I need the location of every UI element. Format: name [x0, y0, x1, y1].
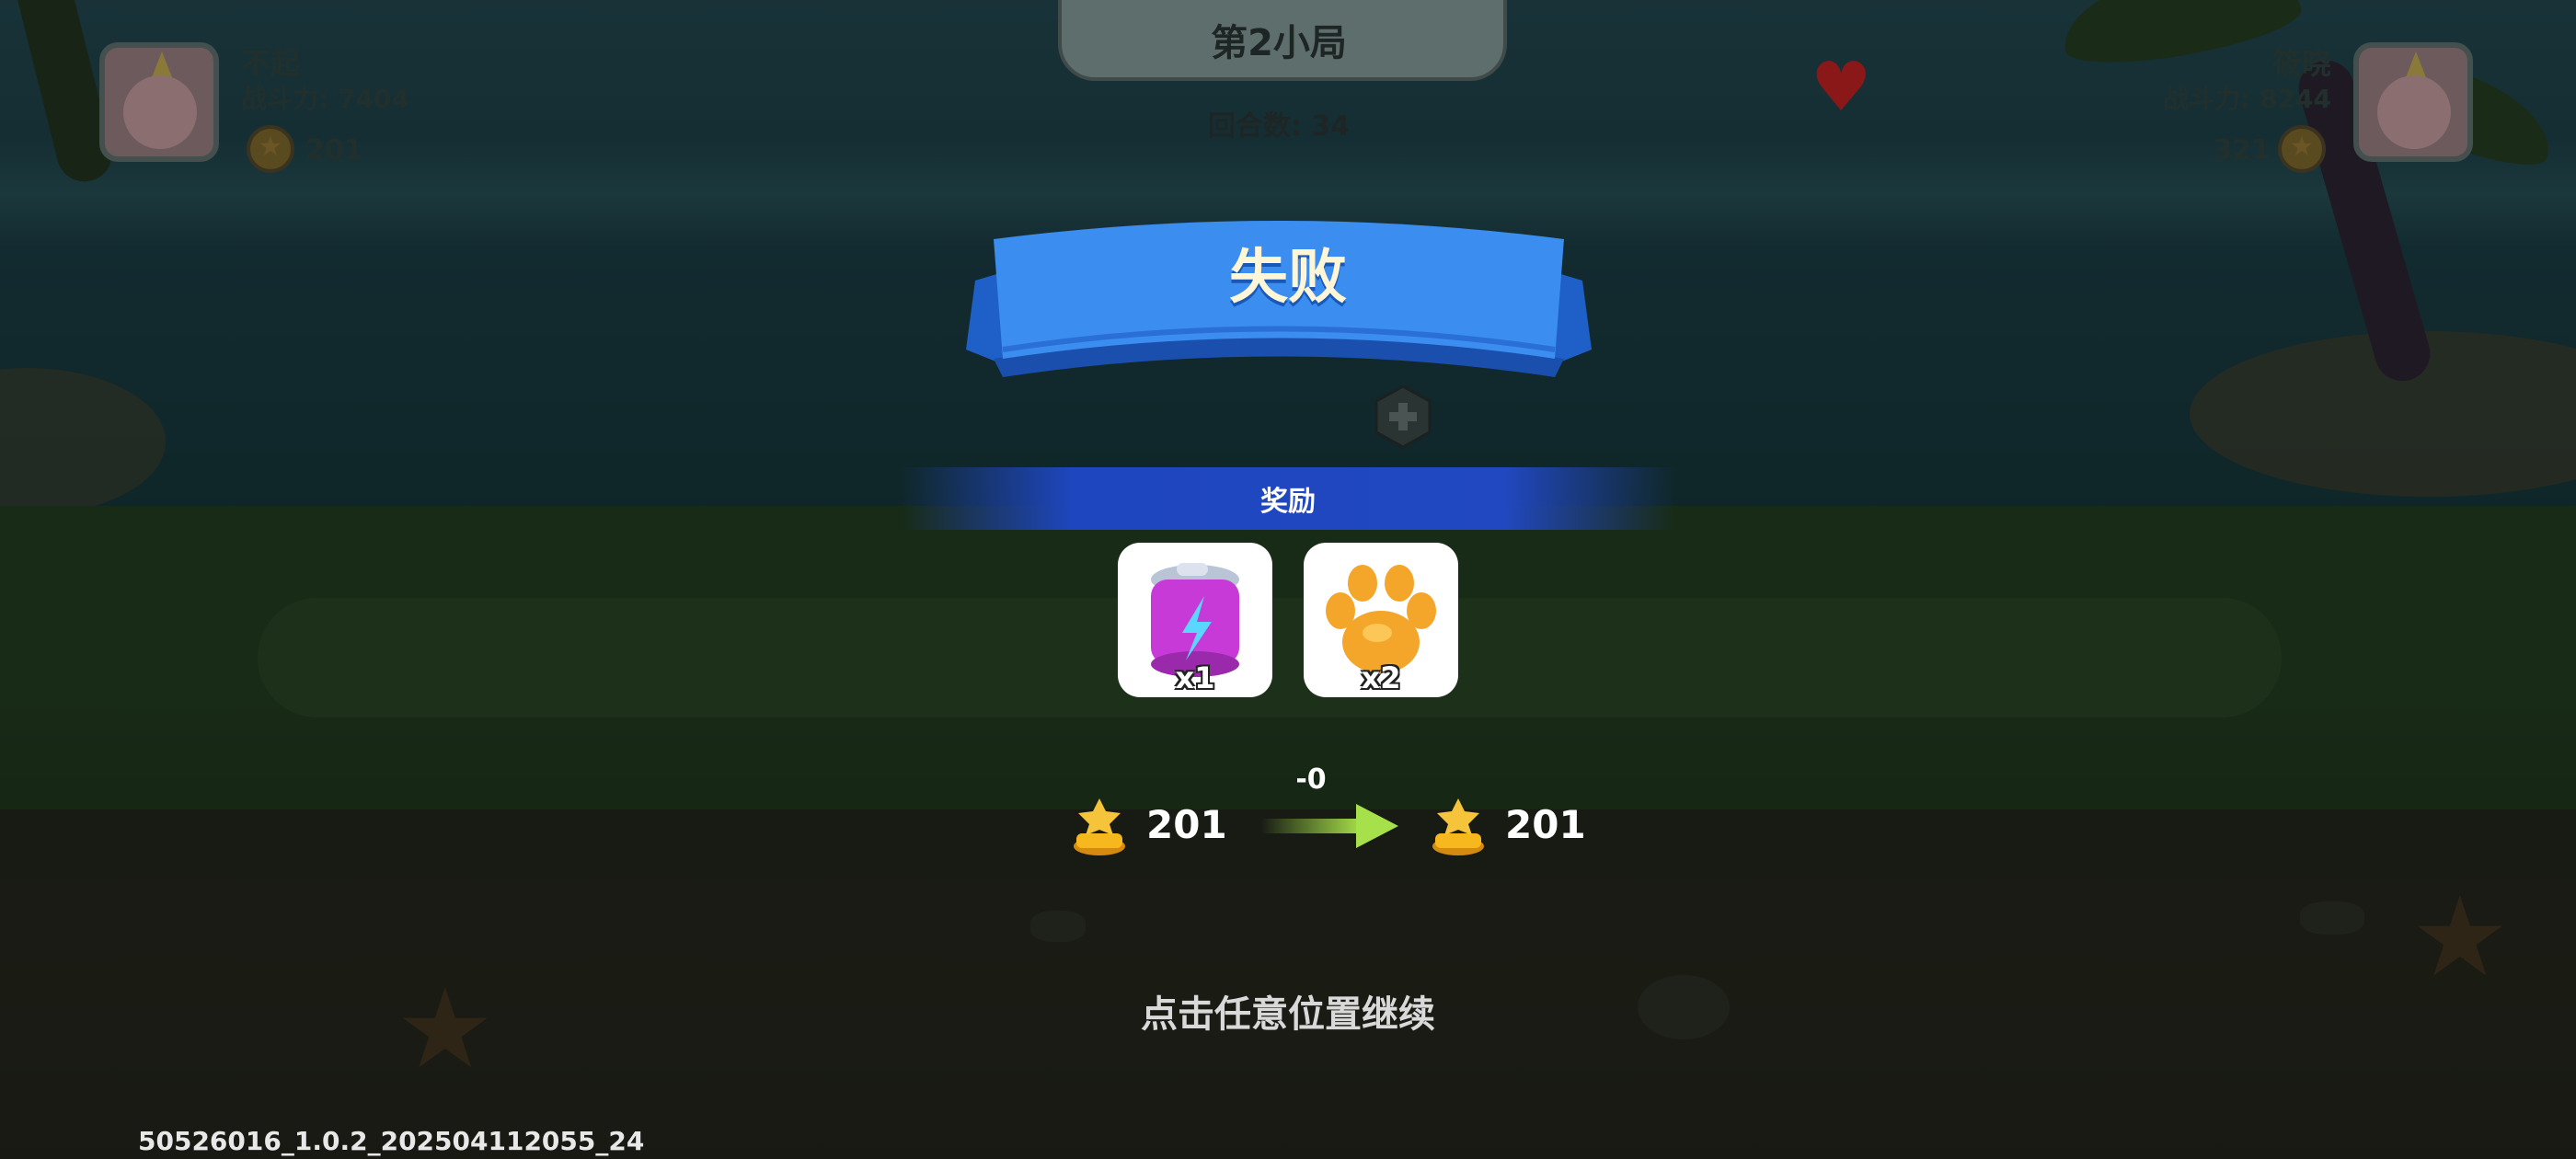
unicorn-face-icon — [123, 75, 197, 149]
trophy-coin-icon — [247, 125, 294, 173]
player-right-avatar — [2353, 42, 2473, 162]
player-right-power: 战斗力: 8244 — [2163, 84, 2331, 114]
reward-quantity: x2 — [1361, 660, 1401, 695]
round-title: 第2小局 — [1211, 22, 1347, 64]
trophy-coin-icon — [2278, 125, 2326, 173]
player-left-name: 不起 — [241, 46, 301, 81]
player-right-score: 321 — [2213, 134, 2271, 166]
player-left-power: 战斗力: 7404 — [241, 84, 409, 114]
arrow-right-icon — [1260, 804, 1398, 848]
player-left-score: 201 — [305, 134, 363, 166]
unicorn-face-icon — [2377, 75, 2451, 149]
trophy-after: 201 — [1505, 802, 1586, 847]
reward-label: 奖励 — [1260, 486, 1316, 518]
trophy-icon — [1074, 798, 1125, 855]
player-right-name: 筱晓 — [2271, 46, 2331, 81]
player-left-avatar — [99, 42, 219, 162]
version-label: 50526016_1.0.2_202504112055_24 — [138, 1126, 645, 1156]
trophy-before: 201 — [1146, 802, 1227, 847]
reward-item[interactable]: x2 — [1304, 543, 1458, 697]
trophy-icon — [1432, 798, 1484, 855]
reward-item[interactable]: x1 — [1118, 543, 1272, 697]
reward-quantity: x1 — [1175, 660, 1215, 695]
continue-hint[interactable]: 点击任意位置继续 — [1012, 984, 1564, 1038]
turn-count: 回合数: 34 — [1207, 110, 1351, 143]
heart-icon: ♥ — [1811, 48, 1872, 127]
trophy-delta: -0 — [1295, 763, 1327, 796]
result-title: 失败 — [1229, 244, 1347, 312]
add-icon — [1374, 384, 1432, 449]
